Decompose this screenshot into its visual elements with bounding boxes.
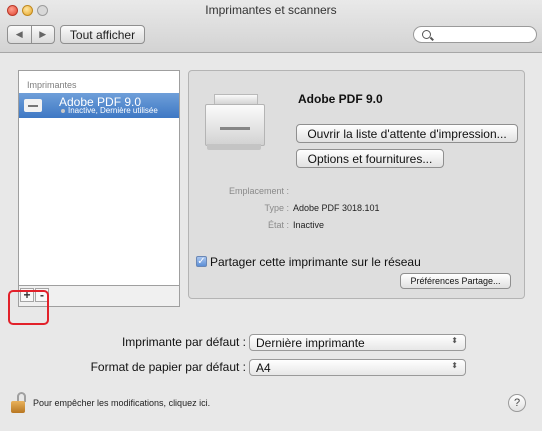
updown-arrows-icon: ⬍ [451, 361, 458, 370]
list-item[interactable]: Adobe PDF 9.0 Inactive, Dernière utilisé… [19, 93, 179, 118]
show-all-button[interactable]: Tout afficher [60, 25, 145, 44]
status-dot-icon [61, 109, 65, 113]
printer-large-icon [205, 94, 265, 152]
printer-icon [24, 99, 42, 112]
lock-message: Pour empêcher les modifications, cliquez… [33, 398, 211, 408]
default-paper-value: A4 [256, 361, 271, 375]
help-button[interactable]: ? [508, 394, 526, 412]
updown-arrows-icon: ⬍ [451, 336, 458, 345]
annotation-highlight-box [8, 290, 49, 325]
printers-list[interactable]: Imprimantes Adobe PDF 9.0 Inactive, Dern… [18, 70, 180, 286]
type-value: Adobe PDF 3018.101 [293, 203, 380, 213]
back-button[interactable]: ◀ [8, 26, 31, 43]
lock-icon[interactable] [11, 392, 29, 414]
search-icon [422, 30, 431, 39]
share-printer-checkbox[interactable]: ✓ [196, 256, 207, 267]
default-paper-label: Format de papier par défaut : [90, 360, 246, 374]
forward-arrow-icon: ▶ [39, 29, 47, 39]
back-forward-control: ◀ ▶ [7, 25, 55, 44]
options-supplies-button[interactable]: Options et fournitures... [296, 149, 444, 168]
printers-list-header: Imprimantes [27, 80, 77, 90]
status-label: État : [267, 220, 289, 230]
share-printer-label: Partager cette imprimante sur le réseau [210, 255, 421, 269]
default-printer-label: Imprimante par défaut : [121, 335, 246, 349]
printer-details-panel: Adobe PDF 9.0 Ouvrir la liste d'attente … [188, 70, 525, 299]
window-title: Imprimantes et scanners [205, 3, 337, 17]
search-field[interactable] [413, 26, 537, 43]
default-printer-select[interactable]: Dernière imprimante ⬍ [249, 334, 466, 351]
default-printer-value: Dernière imprimante [256, 336, 365, 350]
open-print-queue-button[interactable]: Ouvrir la liste d'attente d'impression..… [296, 124, 518, 143]
default-paper-select[interactable]: A4 ⬍ [249, 359, 466, 376]
forward-button[interactable]: ▶ [30, 26, 55, 43]
status-value: Inactive [293, 220, 325, 230]
location-label: Emplacement : [228, 186, 289, 196]
printer-status: Inactive, Dernière utilisée [68, 106, 158, 115]
back-arrow-icon: ◀ [15, 29, 23, 39]
type-label: Type : [264, 203, 289, 213]
sharing-preferences-button[interactable]: Préférences Partage... [400, 273, 511, 289]
title-bar: Imprimantes et scanners ◀ ▶ Tout affiche… [0, 0, 542, 53]
printer-title: Adobe PDF 9.0 [298, 92, 383, 106]
